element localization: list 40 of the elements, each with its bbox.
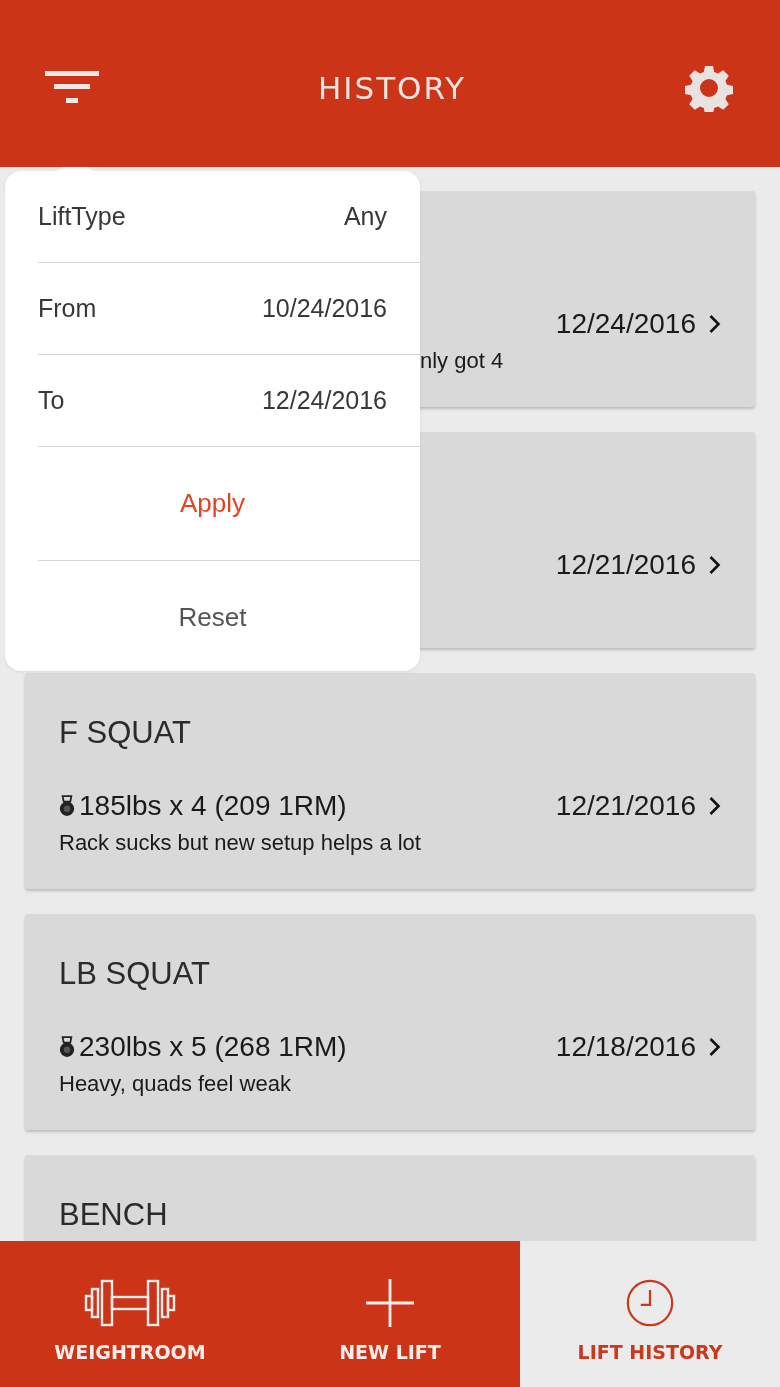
lift-name: BENCH [59, 1197, 168, 1233]
lift-result: 230lbs x 5 (268 1RM) [79, 1031, 347, 1063]
lift-note: nly got 4 [420, 348, 504, 374]
lift-date: 12/21/2016 [555, 549, 696, 581]
lift-card[interactable]: BENCH [25, 1155, 755, 1241]
filter-row[interactable]: LiftType Any [38, 171, 420, 263]
filter-icon[interactable] [45, 71, 99, 104]
chevron-right-icon [708, 1037, 721, 1057]
lift-date: 12/18/2016 [555, 1031, 696, 1063]
filter-value: 10/24/2016 [261, 294, 387, 323]
lift-result: 185lbs x 4 (209 1RM) [79, 790, 347, 822]
nav-tab[interactable]: WEIGHTROOM [0, 1241, 260, 1387]
lift-card[interactable]: F SQUAT 185lbs x 4 (209 1RM) Rack sucks but new setup helps a lot 12/21/2016 [25, 673, 755, 889]
dumbbell-icon [84, 1279, 176, 1327]
filter-label: From [38, 294, 97, 323]
apply-button[interactable]: Apply [167, 480, 257, 527]
nav-tab[interactable]: NEW LIFT [260, 1241, 520, 1387]
medal-icon [59, 795, 75, 817]
plus-icon [366, 1279, 414, 1327]
filter-row[interactable]: From 10/24/2016 [38, 263, 420, 355]
chevron-right-icon [708, 314, 721, 334]
lift-note: Heavy, quads feel weak [59, 1071, 292, 1097]
filter-label: LiftType [38, 202, 126, 231]
lift-date: 12/21/2016 [555, 790, 696, 822]
filter-value: 12/24/2016 [261, 386, 387, 415]
chevron-right-icon [708, 796, 721, 816]
lift-note: Rack sucks but new setup helps a lot [59, 830, 421, 856]
filter-value: Any [343, 202, 387, 231]
filter-row[interactable]: To 12/24/2016 [38, 355, 420, 447]
medal-icon [59, 1036, 75, 1058]
chevron-right-icon [708, 555, 721, 575]
lift-date: 12/24/2016 [555, 308, 696, 340]
lift-name: LB SQUAT [59, 956, 211, 992]
filter-label: To [38, 386, 65, 415]
settings-icon[interactable] [685, 63, 733, 112]
clock-icon [626, 1279, 674, 1327]
screen-title: HISTORY [318, 69, 466, 106]
reset-button[interactable]: Reset [166, 594, 259, 641]
lift-card[interactable]: LB SQUAT 230lbs x 5 (268 1RM) Heavy, quads feel weak 12/18/2016 [25, 914, 755, 1130]
lift-name: F SQUAT [59, 715, 192, 751]
